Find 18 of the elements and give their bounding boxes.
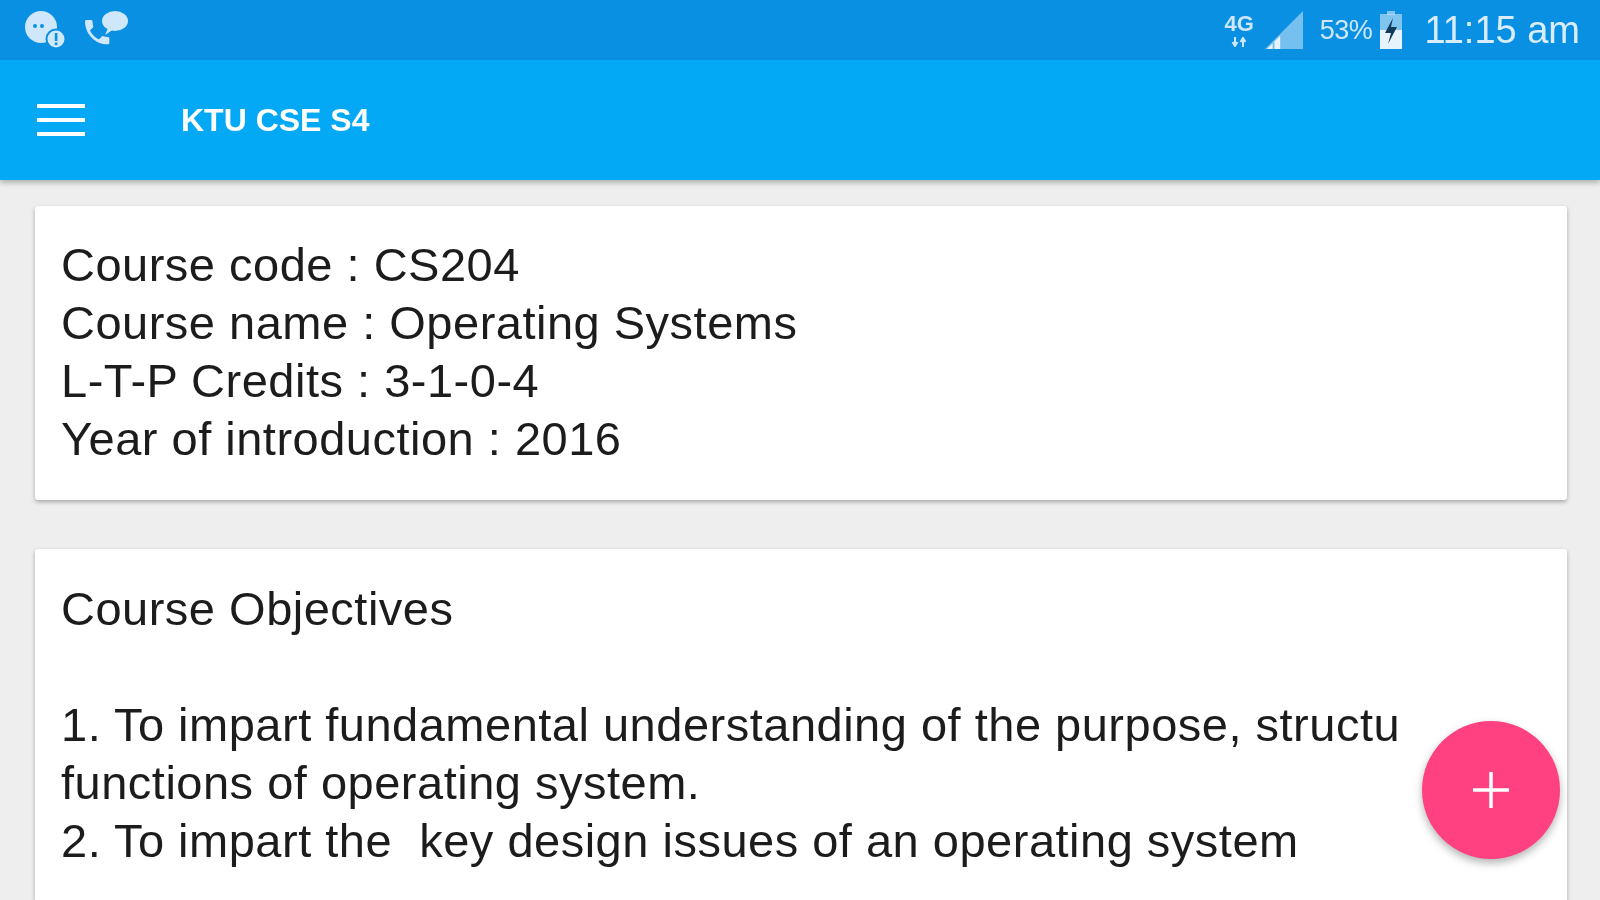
course-detail-line: Course code : CS204 — [61, 237, 520, 293]
data-arrows-icon — [1231, 36, 1248, 47]
section-heading: Course Objectives — [61, 581, 454, 637]
battery-percent: 53% — [1319, 15, 1373, 45]
message-alert-icon — [24, 11, 66, 49]
course-detail-line: Year of introduction : 2016 — [61, 411, 622, 467]
battery-charging-icon — [1380, 11, 1403, 49]
network-type: 4G — [1224, 13, 1254, 34]
objective-line: 2. To impart the key design issues of an operating system — [61, 813, 1299, 869]
course-detail-line: L-T-P Credits : 3-1-0-4 — [61, 353, 540, 409]
menu-icon[interactable] — [37, 104, 85, 136]
plus-icon — [1473, 772, 1509, 808]
clock-time: 11:15 am — [1424, 9, 1580, 51]
objective-line: functions of operating system. — [61, 755, 701, 811]
objective-line: 1. To impart fundamental understanding of the purpose, structu — [61, 697, 1401, 753]
course-detail-line: Course name : Operating Systems — [61, 295, 798, 351]
signal-icon — [1263, 11, 1304, 49]
app-title: KTU CSE S4 — [181, 101, 370, 139]
